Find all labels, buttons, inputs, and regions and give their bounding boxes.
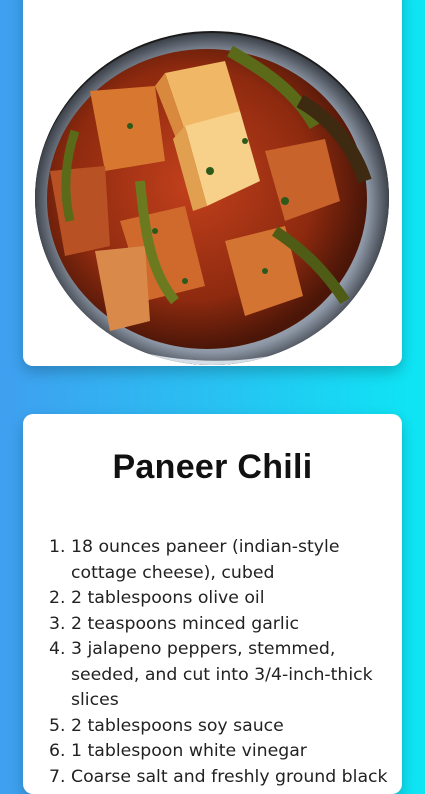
ingredient-list: 1. 18 ounces paneer (indian-style cottage…: [23, 535, 402, 790]
list-item: 5. 2 tablespoons soy sauce: [49, 715, 284, 736]
list-item: 1. 18 ounces paneer (indian-style cottage…: [49, 537, 340, 583]
list-item: 3. 2 teaspoons minced garlic: [49, 613, 300, 634]
list-item: 2. 2 tablespoons olive oil: [49, 588, 265, 608]
recipe-photo: [35, 31, 389, 365]
list-item: 7. Coarse salt and freshly ground black: [49, 766, 388, 787]
recipe-detail-card: Paneer Chili 1. 18 ounces paneer (indian-…: [23, 414, 402, 794]
recipe-title: Paneer Chili: [112, 448, 313, 486]
list-item: 6. 1 tablespoon white vinegar: [49, 741, 307, 761]
list-item: 4. 3 jalapeno peppers, stemmed, seeded, a…: [49, 639, 373, 710]
